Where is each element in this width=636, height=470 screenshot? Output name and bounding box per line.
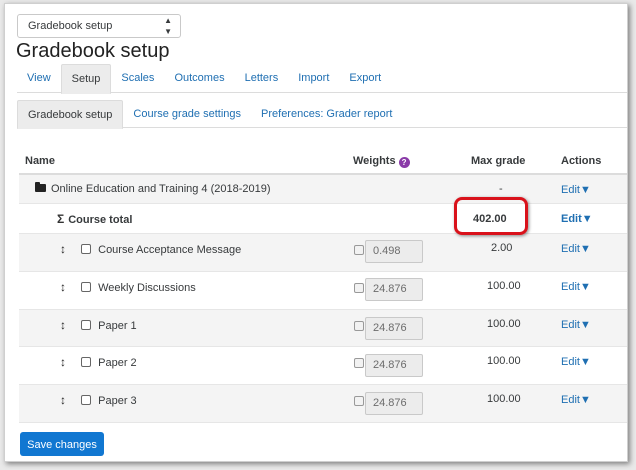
caret-down-icon: ▼ [581, 213, 593, 225]
select-item-checkbox[interactable] [81, 357, 92, 367]
edit-link[interactable]: Edit [561, 184, 580, 196]
subtab-preferences-grader-report[interactable]: Preferences: Grader report [251, 100, 402, 128]
grade-item-edit-menu[interactable]: Edit▼ [561, 243, 591, 255]
caret-down-icon: ▼ [579, 356, 591, 368]
course-total-name: Σ Course total [57, 212, 132, 226]
select-arrows-icon: ▲ ▼ [164, 16, 172, 36]
caret-down-icon: ▼ [579, 319, 591, 331]
weight-input[interactable]: 24.876 [365, 354, 423, 377]
category-edit-menu[interactable]: Edit▼ [561, 184, 591, 196]
edit-link[interactable]: Edit [561, 213, 582, 225]
subtab-gradebook-setup[interactable]: Gradebook setup [17, 100, 124, 129]
grade-item-row: ↕ Course Acceptance Message 0.498 2.00 E… [19, 234, 627, 272]
weight-override-checkbox[interactable] [354, 396, 364, 406]
grade-item-max-grade: 100.00 [487, 393, 521, 405]
move-icon[interactable]: ↕ [60, 280, 68, 294]
grade-item-label: Paper 1 [98, 320, 137, 332]
weight-input[interactable]: 0.498 [365, 240, 423, 263]
weight-input[interactable]: 24.876 [365, 278, 423, 301]
column-header-actions: Actions [561, 155, 602, 167]
column-header-weights-label: Weights [353, 155, 396, 167]
move-icon[interactable]: ↕ [60, 355, 68, 369]
grade-item-edit-menu[interactable]: Edit▼ [561, 281, 591, 293]
tab-export[interactable]: Export [339, 64, 391, 93]
category-max-grade: - [499, 183, 503, 195]
help-icon[interactable]: ? [398, 157, 410, 168]
sigma-icon: Σ [57, 212, 65, 226]
edit-link[interactable]: Edit [561, 243, 580, 255]
weight-override-checkbox[interactable] [354, 321, 364, 331]
grade-item-name: ↕ Paper 1 [60, 318, 137, 332]
grade-item-row: ↕ Paper 1 24.876 100.00 Edit▼ [19, 310, 627, 347]
caret-down-icon: ▼ [579, 184, 591, 196]
grade-item-name: ↕ Paper 3 [60, 393, 137, 407]
tab-import[interactable]: Import [288, 64, 339, 93]
edit-link[interactable]: Edit [561, 356, 580, 368]
grade-item-edit-menu[interactable]: Edit▼ [561, 394, 591, 406]
course-total-highlight-callout [454, 197, 528, 235]
edit-link[interactable]: Edit [561, 319, 580, 331]
select-item-checkbox[interactable] [81, 282, 92, 292]
grade-item-max-grade: 100.00 [487, 355, 521, 367]
grade-item-row: ↕ Paper 2 24.876 100.00 Edit▼ [19, 347, 627, 385]
course-total-edit-menu[interactable]: Edit▼ [561, 213, 593, 225]
grade-item-name: ↕ Course Acceptance Message [60, 242, 241, 256]
grade-item-edit-menu[interactable]: Edit▼ [561, 319, 591, 331]
grade-item-max-grade: 100.00 [487, 318, 521, 330]
grade-item-max-grade: 2.00 [491, 242, 513, 254]
weight-override-checkbox[interactable] [354, 358, 364, 368]
table-header: Name Weights? Max grade Actions [19, 149, 627, 175]
gradebook-table: Name Weights? Max grade Actions Online E… [19, 149, 627, 423]
page-title: Gradebook setup [16, 40, 170, 62]
column-header-name: Name [25, 155, 55, 167]
weight-input[interactable]: 24.876 [365, 317, 423, 340]
caret-down-icon: ▼ [579, 394, 591, 406]
move-icon[interactable]: ↕ [60, 242, 68, 256]
tab-outcomes[interactable]: Outcomes [164, 64, 234, 93]
edit-link[interactable]: Edit [561, 281, 580, 293]
move-icon[interactable]: ↕ [60, 393, 68, 407]
tab-setup[interactable]: Setup [60, 64, 112, 94]
folder-icon [35, 182, 46, 192]
tab-view[interactable]: View [17, 64, 61, 93]
course-total-row: Σ Course total 402.00 Edit▼ [19, 204, 627, 234]
grade-item-label: Paper 2 [98, 357, 137, 369]
grade-item-label: Weekly Discussions [98, 282, 196, 294]
caret-down-icon: ▼ [579, 243, 591, 255]
course-total-label: Course total [68, 214, 133, 226]
grade-item-label: Course Acceptance Message [98, 244, 242, 256]
setup-subtabs: Gradebook setup Course grade settings Pr… [17, 100, 627, 129]
column-header-weights: Weights? [353, 155, 410, 168]
select-item-checkbox[interactable] [81, 244, 92, 254]
grade-item-name: ↕ Weekly Discussions [60, 280, 196, 294]
weight-input[interactable]: 24.876 [365, 392, 423, 415]
grade-item-edit-menu[interactable]: Edit▼ [561, 356, 591, 368]
grade-item-name: ↕ Paper 2 [60, 355, 137, 369]
weight-override-checkbox[interactable] [354, 283, 364, 293]
select-item-checkbox[interactable] [81, 395, 92, 405]
grade-item-label: Paper 3 [98, 395, 137, 407]
grade-item-row: ↕ Weekly Discussions 24.876 100.00 Edit▼ [19, 272, 627, 310]
grade-item-max-grade: 100.00 [487, 280, 521, 292]
select-item-checkbox[interactable] [81, 320, 92, 330]
main-tabs: View Setup Scales Outcomes Letters Impor… [17, 64, 627, 94]
tab-letters[interactable]: Letters [235, 64, 289, 93]
grade-item-row: ↕ Paper 3 24.876 100.00 Edit▼ [19, 385, 627, 423]
gradebook-setup-window: Gradebook setup ▲ ▼ Gradebook setup View … [4, 3, 628, 462]
column-header-max-grade: Max grade [471, 155, 526, 167]
category-name-label: Online Education and Training 4 (2018-20… [51, 183, 271, 195]
save-changes-button[interactable]: Save changes [20, 432, 104, 456]
category-row: Online Education and Training 4 (2018-20… [19, 175, 627, 204]
category-name: Online Education and Training 4 (2018-20… [35, 182, 271, 195]
move-icon[interactable]: ↕ [60, 318, 68, 332]
tab-scales[interactable]: Scales [111, 64, 164, 93]
edit-link[interactable]: Edit [561, 394, 580, 406]
weight-override-checkbox[interactable] [354, 245, 364, 255]
caret-down-icon: ▼ [579, 281, 591, 293]
gradebook-view-selector[interactable]: Gradebook setup ▲ ▼ [17, 14, 181, 38]
subtab-course-grade-settings[interactable]: Course grade settings [123, 100, 251, 128]
gradebook-view-selector-value: Gradebook setup [28, 20, 113, 32]
